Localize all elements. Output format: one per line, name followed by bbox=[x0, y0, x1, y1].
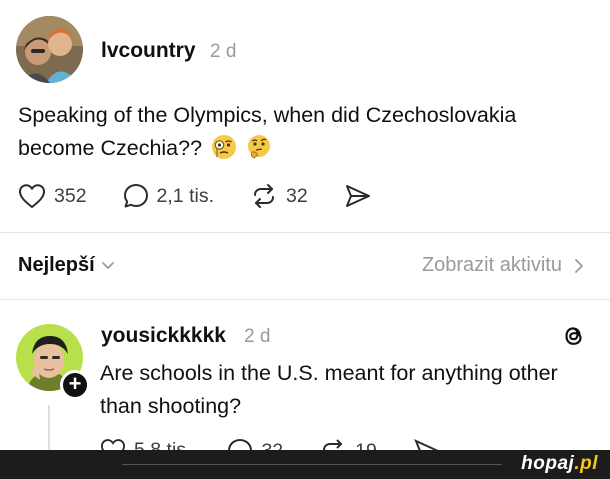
thread-line bbox=[48, 405, 50, 450]
comment-count: 2,1 tis. bbox=[156, 184, 214, 207]
like-count: 352 bbox=[54, 184, 87, 207]
post-body: Speaking of the Olympics, when did Czech… bbox=[18, 99, 598, 165]
comment-button[interactable]: 2,1 tis. bbox=[123, 183, 214, 209]
follow-plus-button[interactable]: + bbox=[60, 370, 90, 400]
repost-icon bbox=[254, 184, 274, 208]
post-username[interactable]: lvcountry bbox=[101, 39, 196, 63]
brand-tld: .pl bbox=[574, 453, 598, 474]
comment-icon bbox=[123, 184, 148, 208]
divider bbox=[0, 232, 610, 233]
brand-name: hopaj bbox=[521, 453, 575, 474]
share-button[interactable] bbox=[344, 183, 372, 209]
reply-text: Are schools in the U.S. meant for anythi… bbox=[100, 361, 558, 418]
reply-item: + yousickkkkk 2 d Are schools in the U.S… bbox=[0, 300, 610, 452]
repost-button[interactable]: 32 bbox=[250, 183, 308, 209]
heart-icon bbox=[18, 184, 46, 209]
chevron-right-icon bbox=[575, 258, 583, 273]
thinking-face-icon bbox=[248, 135, 271, 159]
sort-label: Nejlepší bbox=[18, 254, 95, 276]
view-activity-link[interactable]: Zobrazit aktivitu bbox=[422, 254, 584, 277]
send-icon bbox=[345, 185, 370, 207]
reply-timestamp: 2 d bbox=[244, 326, 271, 347]
avatar-image bbox=[16, 16, 83, 83]
watermark-rule bbox=[122, 464, 502, 465]
threads-logo-icon[interactable] bbox=[562, 323, 586, 349]
main-post: lvcountry 2 d Speaking of the Olympics, … bbox=[0, 0, 610, 232]
view-activity-label: Zobrazit aktivitu bbox=[421, 254, 562, 276]
post-timestamp: 2 d bbox=[210, 41, 237, 62]
chevron-down-icon bbox=[101, 261, 114, 269]
like-button[interactable]: 352 bbox=[18, 183, 87, 209]
replies-sort-bar: Nejlepší Zobrazit aktivitu bbox=[0, 240, 610, 292]
sort-dropdown[interactable]: Nejlepší bbox=[18, 254, 115, 277]
repost-count: 32 bbox=[286, 184, 308, 207]
avatar[interactable] bbox=[16, 16, 83, 83]
reply-username[interactable]: yousickkkkk bbox=[101, 324, 226, 348]
post-actions: 352 2,1 tis. 32 bbox=[18, 178, 408, 214]
face-with-monocle-icon bbox=[212, 135, 237, 159]
watermark-bar: hopaj.pl bbox=[0, 450, 610, 479]
watermark-logo: hopaj.pl bbox=[521, 453, 598, 475]
